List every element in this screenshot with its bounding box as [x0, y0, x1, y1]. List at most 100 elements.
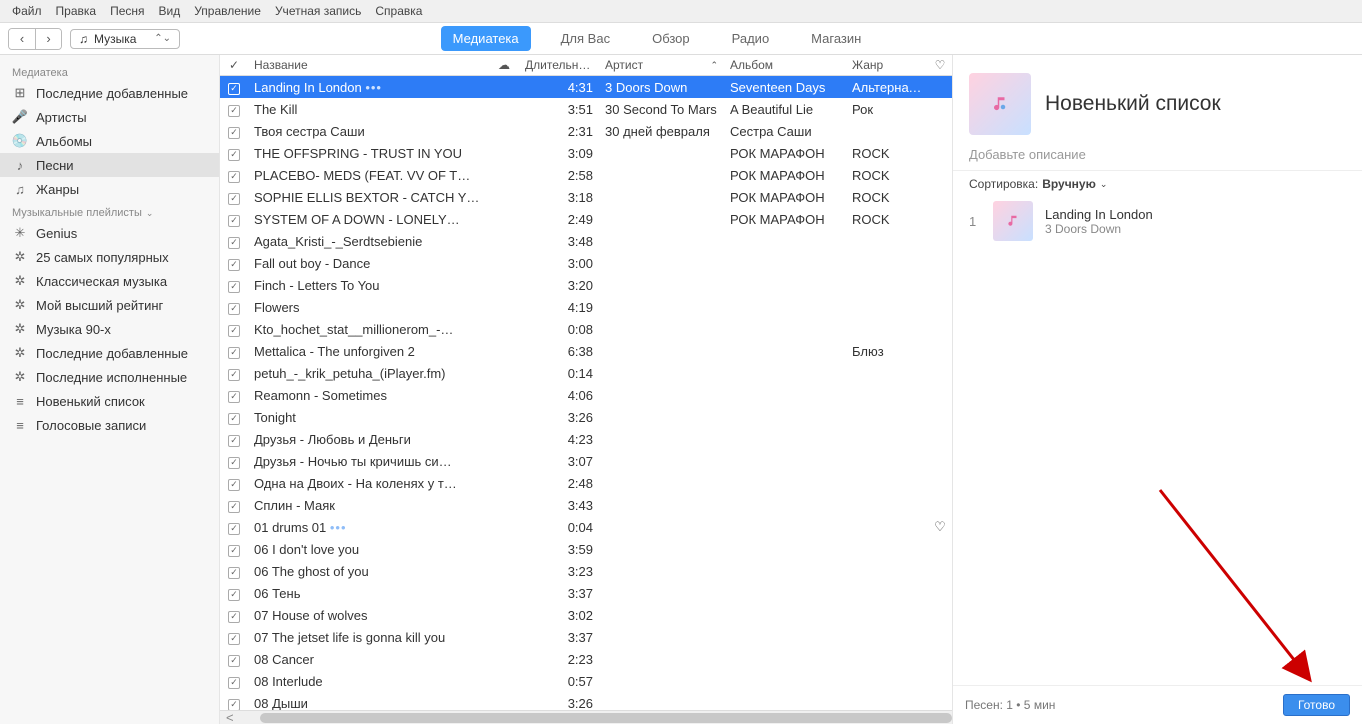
- more-icon[interactable]: •••: [330, 520, 347, 535]
- row-checkbox[interactable]: ✓: [228, 655, 240, 667]
- row-checkbox[interactable]: ✓: [228, 457, 240, 469]
- sidebar-item[interactable]: 💿Альбомы: [0, 129, 219, 153]
- col-genre[interactable]: Жанр: [846, 58, 928, 72]
- col-album[interactable]: Альбом: [724, 58, 846, 72]
- table-row[interactable]: ✓Друзья - Ночью ты кричишь си…3:07: [220, 450, 952, 472]
- col-heart[interactable]: ♡: [928, 58, 952, 72]
- table-row[interactable]: ✓SOPHIE ELLIS BEXTOR - CATCH Y…3:18РОК М…: [220, 186, 952, 208]
- col-artist[interactable]: Артист⌃: [599, 58, 724, 72]
- sidebar-item[interactable]: ✲Последние исполненные: [0, 365, 219, 389]
- row-checkbox[interactable]: ✓: [228, 567, 240, 579]
- tab-Для Вас[interactable]: Для Вас: [549, 26, 622, 51]
- table-row[interactable]: ✓Agata_Kristi_-_Serdtsebienie3:48: [220, 230, 952, 252]
- sidebar-item[interactable]: ⊞Последние добавленные: [0, 81, 219, 105]
- table-row[interactable]: ✓07 The jetset life is gonna kill you3:3…: [220, 626, 952, 648]
- playlist-title[interactable]: Новенький список: [1045, 92, 1221, 116]
- table-row[interactable]: ✓01 drums 01 •••0:04♡: [220, 516, 952, 538]
- sidebar-item[interactable]: ≡Новенький список: [0, 389, 219, 413]
- menu-item[interactable]: Вид: [159, 4, 181, 18]
- menu-item[interactable]: Управление: [194, 4, 261, 18]
- row-checkbox[interactable]: ✓: [228, 237, 240, 249]
- table-row[interactable]: ✓Reamonn - Sometimes4:06: [220, 384, 952, 406]
- table-row[interactable]: ✓08 Interlude0:57: [220, 670, 952, 692]
- table-row[interactable]: ✓Finch - Letters To You3:20: [220, 274, 952, 296]
- table-row[interactable]: ✓Flowers4:19: [220, 296, 952, 318]
- sidebar-item[interactable]: ♫Жанры: [0, 177, 219, 201]
- sidebar-item[interactable]: ≡Голосовые записи: [0, 413, 219, 437]
- sidebar-item[interactable]: 🎤Артисты: [0, 105, 219, 129]
- sidebar-item[interactable]: ♪Песни: [0, 153, 219, 177]
- row-checkbox[interactable]: ✓: [228, 369, 240, 381]
- col-cloud[interactable]: ☁: [489, 58, 519, 72]
- table-row[interactable]: ✓06 I don't love you3:59: [220, 538, 952, 560]
- more-icon[interactable]: •••: [365, 80, 382, 95]
- back-button[interactable]: ‹: [9, 29, 35, 49]
- row-checkbox[interactable]: ✓: [228, 105, 240, 117]
- table-row[interactable]: ✓06 Тень3:37: [220, 582, 952, 604]
- table-row[interactable]: ✓Сплин - Маяк3:43: [220, 494, 952, 516]
- table-row[interactable]: ✓Одна на Двоих - На коленях у т…2:48: [220, 472, 952, 494]
- sidebar-item[interactable]: ✲Мой высший рейтинг: [0, 293, 219, 317]
- row-checkbox[interactable]: ✓: [228, 193, 240, 205]
- sidebar-item[interactable]: ✲25 самых популярных: [0, 245, 219, 269]
- table-row[interactable]: ✓06 The ghost of you3:23: [220, 560, 952, 582]
- sidebar-header-playlists[interactable]: Музыкальные плейлисты ⌄: [0, 201, 219, 221]
- row-checkbox[interactable]: ✓: [228, 281, 240, 293]
- table-row[interactable]: ✓Друзья - Любовь и Деньги4:23: [220, 428, 952, 450]
- row-checkbox[interactable]: ✓: [228, 391, 240, 403]
- row-checkbox[interactable]: ✓: [228, 83, 240, 95]
- row-checkbox[interactable]: ✓: [228, 435, 240, 447]
- menu-item[interactable]: Учетная запись: [275, 4, 361, 18]
- table-row[interactable]: ✓Landing In London •••4:313 Doors DownSe…: [220, 76, 952, 98]
- tab-Магазин[interactable]: Магазин: [799, 26, 873, 51]
- row-checkbox[interactable]: ✓: [228, 259, 240, 271]
- row-checkbox[interactable]: ✓: [228, 545, 240, 557]
- menu-item[interactable]: Правка: [56, 4, 97, 18]
- tab-Обзор[interactable]: Обзор: [640, 26, 702, 51]
- row-checkbox[interactable]: ✓: [228, 699, 240, 710]
- row-checkbox[interactable]: ✓: [228, 523, 240, 535]
- library-selector[interactable]: ♫ Музыка ⌃⌄: [70, 29, 180, 49]
- row-checkbox[interactable]: ✓: [228, 127, 240, 139]
- table-row[interactable]: ✓Kto_hochet_stat__millionerom_-…0:08: [220, 318, 952, 340]
- row-checkbox[interactable]: ✓: [228, 479, 240, 491]
- table-row[interactable]: ✓Tonight3:26: [220, 406, 952, 428]
- sidebar-item[interactable]: ✲Музыка 90-х: [0, 317, 219, 341]
- row-checkbox[interactable]: ✓: [228, 215, 240, 227]
- col-name[interactable]: Название: [248, 58, 489, 72]
- table-row[interactable]: ✓Fall out boy - Dance3:00: [220, 252, 952, 274]
- menu-item[interactable]: Файл: [12, 4, 42, 18]
- horizontal-scrollbar[interactable]: <: [220, 710, 952, 724]
- row-checkbox[interactable]: ✓: [228, 611, 240, 623]
- row-checkbox[interactable]: ✓: [228, 303, 240, 315]
- sidebar-item[interactable]: ✳Genius: [0, 221, 219, 245]
- row-checkbox[interactable]: ✓: [228, 413, 240, 425]
- tab-Радио[interactable]: Радио: [720, 26, 782, 51]
- playlist-item[interactable]: 1 Landing In London3 Doors Down: [953, 197, 1362, 245]
- table-row[interactable]: ✓08 Дыши3:26: [220, 692, 952, 710]
- done-button[interactable]: Готово: [1283, 694, 1350, 716]
- playlist-description[interactable]: Добавьте описание: [953, 145, 1362, 171]
- menu-item[interactable]: Песня: [110, 4, 144, 18]
- row-checkbox[interactable]: ✓: [228, 589, 240, 601]
- col-duration[interactable]: Длительность: [519, 58, 599, 72]
- row-checkbox[interactable]: ✓: [228, 633, 240, 645]
- menu-item[interactable]: Справка: [375, 4, 422, 18]
- table-row[interactable]: ✓08 Cancer2:23: [220, 648, 952, 670]
- track-heart[interactable]: ♡: [928, 519, 952, 535]
- table-row[interactable]: ✓07 House of wolves3:02: [220, 604, 952, 626]
- forward-button[interactable]: ›: [35, 29, 61, 49]
- row-checkbox[interactable]: ✓: [228, 677, 240, 689]
- row-checkbox[interactable]: ✓: [228, 149, 240, 161]
- table-row[interactable]: ✓Твоя сестра Саши2:3130 дней февраляСест…: [220, 120, 952, 142]
- table-body[interactable]: ✓Landing In London •••4:313 Doors DownSe…: [220, 76, 952, 710]
- row-checkbox[interactable]: ✓: [228, 171, 240, 183]
- table-row[interactable]: ✓petuh_-_krik_petuha_(iPlayer.fm)0:14: [220, 362, 952, 384]
- row-checkbox[interactable]: ✓: [228, 325, 240, 337]
- table-row[interactable]: ✓Mettalica - The unforgiven 26:38Блюз: [220, 340, 952, 362]
- col-check[interactable]: ✓: [220, 58, 248, 72]
- row-checkbox[interactable]: ✓: [228, 347, 240, 359]
- sidebar-item[interactable]: ✲Последние добавленные: [0, 341, 219, 365]
- table-row[interactable]: ✓PLACEBO- MEDS (FEAT. VV OF T…2:58РОК МА…: [220, 164, 952, 186]
- tab-Медиатека[interactable]: Медиатека: [441, 26, 531, 51]
